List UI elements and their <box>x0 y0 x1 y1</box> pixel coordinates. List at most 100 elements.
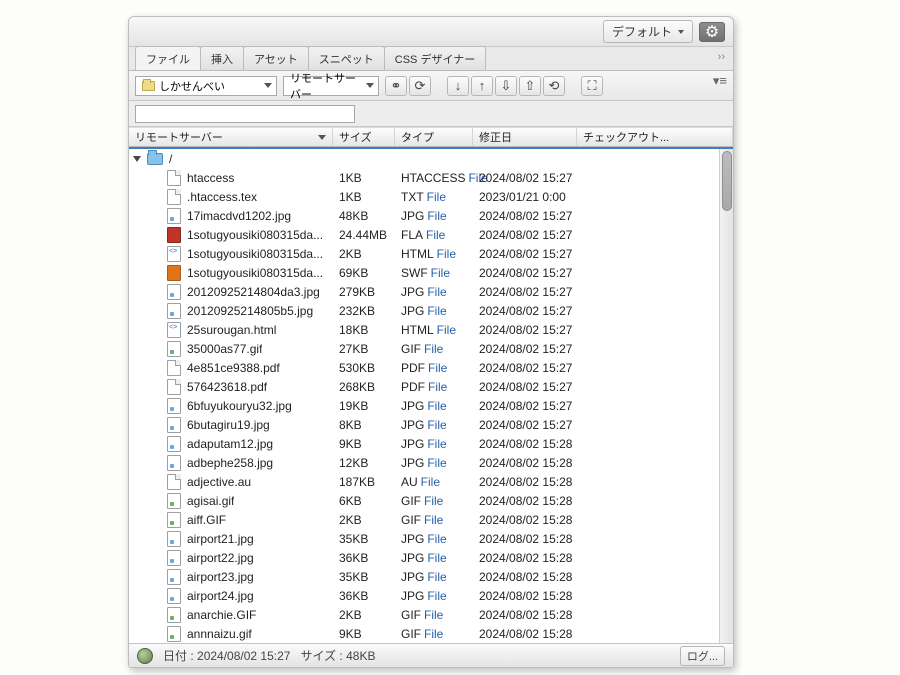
file-row[interactable]: annnaizu.gif9KBGIFFile2024/08/02 15:28 <box>129 624 733 643</box>
tab-スニペット[interactable]: スニペット <box>308 46 385 70</box>
file-row[interactable]: airport22.jpg36KBJPGFile2024/08/02 15:28 <box>129 548 733 567</box>
refresh-button[interactable]: ⟳ <box>409 76 431 96</box>
file-modified: 2024/08/02 15:28 <box>473 570 577 584</box>
file-name: annnaizu.gif <box>187 627 252 641</box>
file-name: airport21.jpg <box>187 532 254 546</box>
folder-icon <box>147 153 163 165</box>
file-modified: 2024/08/02 15:27 <box>473 418 577 432</box>
connect-button[interactable]: ⚭ <box>385 76 407 96</box>
file-row[interactable]: anarchie.GIF2KBGIFFile2024/08/02 15:28 <box>129 605 733 624</box>
file-row[interactable]: htaccess1KBHTACCESSFile2024/08/02 15:27 <box>129 168 733 187</box>
file-list-scroll[interactable]: / htaccess1KBHTACCESSFile2024/08/02 15:2… <box>129 149 733 643</box>
file-modified: 2024/08/02 15:27 <box>473 342 577 356</box>
file-row[interactable]: agisai.gif6KBGIFFile2024/08/02 15:28 <box>129 491 733 510</box>
file-name: 6butagiru19.jpg <box>187 418 270 432</box>
sync-button[interactable]: ⟲ <box>543 76 565 96</box>
file-type: JPGFile <box>395 209 473 223</box>
log-button[interactable]: ログ... <box>680 646 725 666</box>
site-dropdown[interactable]: しかせんべい <box>135 76 277 96</box>
layout-dropdown[interactable]: デフォルト <box>603 20 693 43</box>
file-type: JPGFile <box>395 437 473 451</box>
column-header-name[interactable]: リモートサーバー <box>129 128 333 146</box>
file-modified: 2024/08/02 15:27 <box>473 266 577 280</box>
status-date: 日付 : 2024/08/02 15:27 サイズ : 48KB <box>163 647 375 664</box>
file-row[interactable]: 6bfuyukouryu32.jpg19KBJPGFile2024/08/02 … <box>129 396 733 415</box>
img-file-icon <box>167 398 181 414</box>
checkin-button[interactable]: ⇧ <box>519 76 541 96</box>
file-size: 24.44MB <box>333 228 395 242</box>
file-row[interactable]: airport23.jpg35KBJPGFile2024/08/02 15:28 <box>129 567 733 586</box>
file-row[interactable]: 35000as77.gif27KBGIFFile2024/08/02 15:27 <box>129 339 733 358</box>
server-dropdown[interactable]: リモートサーバー <box>283 76 379 96</box>
file-name: anarchie.GIF <box>187 608 256 622</box>
file-type: GIFFile <box>395 608 473 622</box>
file-row[interactable]: 6butagiru19.jpg8KBJPGFile2024/08/02 15:2… <box>129 415 733 434</box>
file-row[interactable]: .htaccess.tex1KBTXTFile2023/01/21 0:00 <box>129 187 733 206</box>
file-modified: 2023/01/21 0:00 <box>473 190 577 204</box>
file-row[interactable]: 4e851ce9388.pdf530KBPDFFile2024/08/02 15… <box>129 358 733 377</box>
file-row[interactable]: 25surougan.html18KBHTMLFile2024/08/02 15… <box>129 320 733 339</box>
titlebar: デフォルト ⚙ <box>129 17 733 47</box>
column-header-type[interactable]: タイプ <box>395 128 473 146</box>
file-row[interactable]: adaputam12.jpg9KBJPGFile2024/08/02 15:28 <box>129 434 733 453</box>
file-row[interactable]: 1sotugyousiki080315da...69KBSWFFile2024/… <box>129 263 733 282</box>
file-type: JPGFile <box>395 285 473 299</box>
file-size: 2KB <box>333 608 395 622</box>
tab-挿入[interactable]: 挿入 <box>200 46 244 70</box>
gif-file-icon <box>167 493 181 509</box>
file-row[interactable]: 20120925214805b5.jpg232KBJPGFile2024/08/… <box>129 301 733 320</box>
file-search-input[interactable] <box>135 105 355 123</box>
file-name: adaputam12.jpg <box>187 437 273 451</box>
expand-button[interactable]: ⛶ <box>581 76 603 96</box>
file-row[interactable]: 20120925214804da3.jpg 279KBJPGFile2024/08… <box>129 282 733 301</box>
column-header-size[interactable]: サイズ <box>333 128 395 146</box>
scroll-thumb[interactable] <box>722 151 732 211</box>
tab-CSS デザイナー[interactable]: CSS デザイナー <box>384 46 486 70</box>
file-row[interactable]: 1sotugyousiki080315da...2KBHTMLFile2024/… <box>129 244 733 263</box>
file-row[interactable]: airport21.jpg35KBJPGFile2024/08/02 15:28 <box>129 529 733 548</box>
get-button[interactable]: ↓ <box>447 76 469 96</box>
file-name: 20120925214804da3.jpg <box>187 285 320 299</box>
vertical-scrollbar[interactable] <box>719 149 733 643</box>
file-row[interactable]: adjective.au187KBAUFile2024/08/02 15:28 <box>129 472 733 491</box>
file-size: 69KB <box>333 266 395 280</box>
img-file-icon <box>167 588 181 604</box>
folder-icon <box>142 81 155 91</box>
img-file-icon <box>167 284 181 300</box>
file-type: HTACCESSFile <box>395 171 473 185</box>
globe-icon[interactable] <box>137 648 153 664</box>
file-name: airport22.jpg <box>187 551 254 565</box>
sort-arrow-icon <box>318 135 326 140</box>
file-row[interactable]: 17imacdvd1202.jpg48KBJPGFile2024/08/02 1… <box>129 206 733 225</box>
file-row[interactable]: airport24.jpg36KBJPGFile2024/08/02 15:28 <box>129 586 733 605</box>
file-modified: 2024/08/02 15:27 <box>473 285 577 299</box>
file-type: FLAFile <box>395 228 473 242</box>
file-row[interactable]: 576423618.pdf268KBPDFFile2024/08/02 15:2… <box>129 377 733 396</box>
file-size: 268KB <box>333 380 395 394</box>
gif-file-icon <box>167 607 181 623</box>
root-folder-row[interactable]: / <box>129 149 733 168</box>
file-name: airport24.jpg <box>187 589 254 603</box>
column-header-checkout[interactable]: チェックアウト... <box>577 128 733 146</box>
img-file-icon <box>167 303 181 319</box>
arrow-up-icon: ↑ <box>479 78 486 93</box>
settings-button[interactable]: ⚙ <box>699 22 725 42</box>
img-file-icon <box>167 455 181 471</box>
checkout-button[interactable]: ⇩ <box>495 76 517 96</box>
gif-file-icon <box>167 512 181 528</box>
file-row[interactable]: aiff.GIF2KBGIFFile2024/08/02 15:28 <box>129 510 733 529</box>
file-row[interactable]: adbephe258.jpg12KBJPGFile2024/08/02 15:2… <box>129 453 733 472</box>
checkin-icon: ⇧ <box>525 78 536 94</box>
file-size: 279KB <box>333 285 395 299</box>
searchbar: 🔍 <box>129 101 733 127</box>
file-row[interactable]: 1sotugyousiki080315da...24.44MBFLAFile20… <box>129 225 733 244</box>
column-header-modified[interactable]: 修正日 <box>473 128 577 146</box>
file-name: 6bfuyukouryu32.jpg <box>187 399 292 413</box>
panel-flyout-menu-icon[interactable]: ▾≡ <box>713 73 727 89</box>
put-button[interactable]: ↑ <box>471 76 493 96</box>
file-name: htaccess <box>187 171 234 185</box>
tab-アセット[interactable]: アセット <box>243 46 309 70</box>
disclosure-triangle-icon[interactable] <box>133 156 141 162</box>
dock-handle-icon[interactable]: ›› <box>718 51 725 63</box>
tab-ファイル[interactable]: ファイル <box>135 46 201 70</box>
